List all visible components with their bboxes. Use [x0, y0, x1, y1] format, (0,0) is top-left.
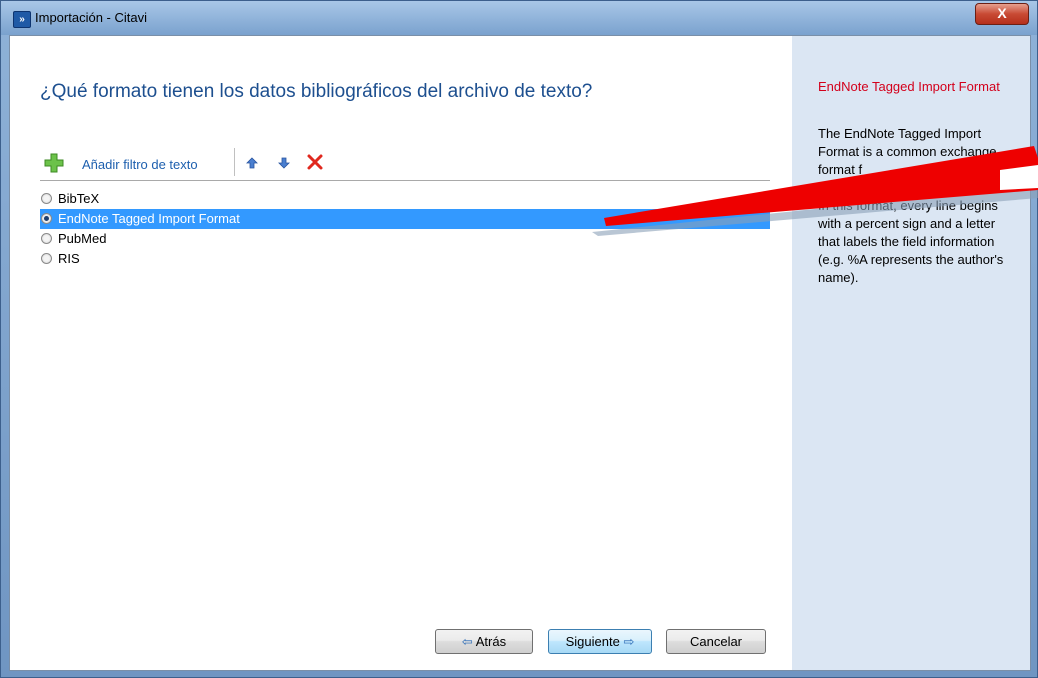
format-item-pubmed[interactable]: PubMed	[40, 229, 770, 249]
add-text-filter-link[interactable]: Añadir filtro de texto	[82, 157, 198, 172]
radio-button[interactable]	[41, 193, 52, 204]
format-label: BibTeX	[58, 191, 100, 206]
citavi-app-icon: »	[13, 11, 31, 28]
format-label: EndNote Tagged Import Format	[58, 211, 240, 226]
arrow-left-icon: ⇦	[461, 634, 473, 649]
format-item-endnote[interactable]: EndNote Tagged Import Format	[40, 209, 770, 229]
radio-button[interactable]	[41, 213, 52, 224]
format-label: PubMed	[58, 231, 107, 246]
cancel-button[interactable]: Cancelar	[666, 629, 766, 654]
radio-button[interactable]	[41, 233, 52, 244]
dialog-client-area: ¿Qué formato tienen los datos bibliográf…	[9, 35, 1031, 671]
plus-icon[interactable]	[44, 153, 64, 173]
help-title: EndNote Tagged Import Format	[818, 79, 1000, 94]
page-question: ¿Qué formato tienen los datos bibliográf…	[40, 81, 593, 102]
back-button[interactable]: ⇦ Atrás	[435, 629, 533, 654]
radio-button[interactable]	[41, 253, 52, 264]
format-label: RIS	[58, 251, 80, 266]
import-dialog: » Importación - Citavi X ¿Qué formato ti…	[0, 0, 1038, 678]
close-button[interactable]: X	[975, 3, 1029, 25]
next-button-label: Siguiente	[565, 634, 620, 649]
main-panel: ¿Qué formato tienen los datos bibliográf…	[10, 36, 792, 670]
help-sidebar: EndNote Tagged Import Format The EndNote…	[792, 36, 1030, 670]
delete-icon[interactable]	[306, 153, 324, 171]
arrow-down-icon[interactable]	[278, 157, 290, 169]
help-paragraph: The EndNote Tagged Import Format is a co…	[818, 126, 997, 177]
help-body: The EndNote Tagged Import Format is a co…	[818, 125, 1018, 305]
toolbar-separator	[234, 148, 235, 176]
format-item-ris[interactable]: RIS	[40, 249, 770, 269]
filter-toolbar: Añadir filtro de texto	[40, 146, 770, 181]
next-button[interactable]: Siguiente ⇨	[548, 629, 652, 654]
title-bar[interactable]: » Importación - Citavi X	[1, 1, 1037, 35]
format-item-bibtex[interactable]: BibTeX	[40, 189, 770, 209]
back-button-label: Atrás	[475, 634, 507, 649]
window-title: Importación - Citavi	[35, 10, 147, 25]
format-list: BibTeX EndNote Tagged Import Format PubM…	[40, 189, 770, 269]
help-paragraph: In this format, every line begins with a…	[818, 198, 1004, 285]
arrow-up-icon[interactable]	[246, 157, 258, 169]
arrow-right-icon: ⇨	[623, 634, 635, 649]
